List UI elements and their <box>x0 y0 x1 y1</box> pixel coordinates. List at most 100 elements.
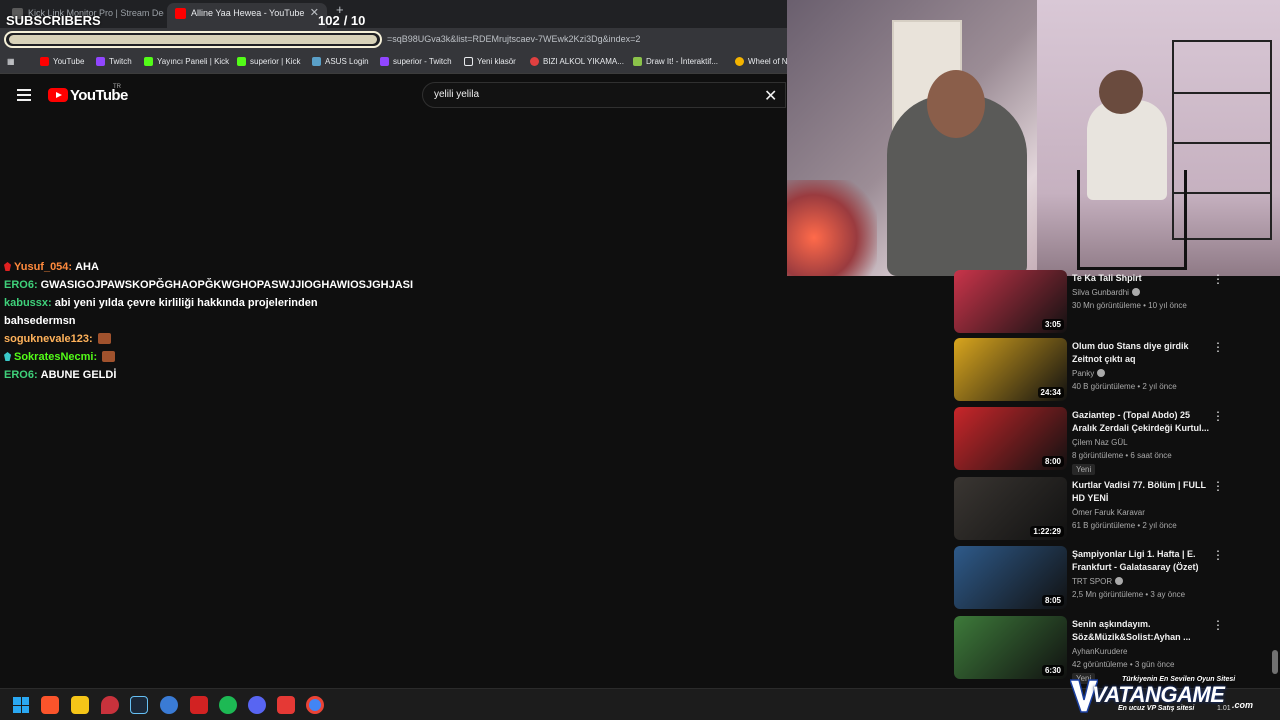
video-thumbnail[interactable]: 8:05 <box>954 546 1067 609</box>
verified-check-icon <box>1097 369 1106 377</box>
chat-username[interactable]: ERO6: <box>4 369 38 381</box>
chat-emote-icon <box>102 351 116 362</box>
youtube-icon <box>40 57 49 66</box>
app-icon[interactable] <box>160 696 178 714</box>
bookmark-youtube[interactable]: YouTube <box>40 57 84 66</box>
video-title[interactable]: Gaziantep - (Topal Abdo) 25 Aralık Zerda… <box>1072 409 1210 435</box>
media-app-icon[interactable] <box>277 696 295 714</box>
bookmark-superior-kick[interactable]: superior | Kick <box>237 57 301 66</box>
video-channel[interactable]: Çilem Naz GÜL <box>1072 438 1128 447</box>
pencil-icon <box>633 57 642 66</box>
bookmark-asus-login[interactable]: ASUS Login <box>312 57 369 66</box>
video-meta: 61 B görüntüleme • 2 yıl önce <box>1072 521 1177 530</box>
chat-username[interactable]: kabussx: <box>4 297 52 309</box>
video-thumbnail[interactable]: 8:00 <box>954 407 1067 470</box>
subscriber-count: 102 <box>318 13 340 28</box>
video-thumbnail[interactable]: 1:22:29 <box>954 477 1067 540</box>
chat-message: soguknevale123: <box>4 330 364 348</box>
video-meta: 42 görüntüleme • 3 gün önce <box>1072 660 1175 669</box>
chat-username[interactable]: ERO6: <box>4 279 38 291</box>
video-duration: 3:05 <box>1041 319 1064 330</box>
tab-youtube[interactable]: Alline Yaa Hewea - YouTube ✕ <box>167 3 327 28</box>
more-options-icon[interactable]: ⋮ <box>1212 409 1224 423</box>
sponsor-subline: En ucuz VP Satış sitesi <box>1118 705 1195 712</box>
chat-username[interactable]: SokratesNecmi: <box>14 351 97 363</box>
kick-icon <box>144 57 153 66</box>
bookmark-draw-it[interactable]: Draw It! - İnteraktif... <box>633 57 718 66</box>
address-bar[interactable] <box>4 31 382 48</box>
brave-browser-icon[interactable] <box>41 696 59 714</box>
video-title[interactable]: Senin aşkındayım. Söz&Müzik&Solist:Ayhan… <box>1072 618 1210 644</box>
video-channel[interactable]: Ömer Faruk Karavar <box>1072 508 1145 517</box>
more-options-icon[interactable]: ⋮ <box>1212 340 1224 354</box>
video-title[interactable]: Olum duo Stans diye girdik Zeitnot çıktı… <box>1072 340 1210 366</box>
video-thumbnail[interactable]: 24:34 <box>954 338 1067 401</box>
video-thumbnail[interactable]: 6:30 <box>954 616 1067 679</box>
video-channel[interactable]: TRT SPOR <box>1072 577 1124 586</box>
apps-grid-icon[interactable]: ▦ <box>7 57 15 66</box>
bookmark-kick-dashboard[interactable]: Yayıncı Paneli | Kick <box>144 57 229 66</box>
bookmark-twitch[interactable]: Twitch <box>96 57 132 66</box>
more-options-icon[interactable]: ⋮ <box>1212 272 1224 286</box>
url-text[interactable]: =sqB98UGva3k&list=RDEMrujtscaev-7WEwk2Kz… <box>387 34 640 44</box>
chat-username[interactable]: soguknevale123: <box>4 333 93 345</box>
recommendation-item[interactable]: 8:00 Gaziantep - (Topal Abdo) 25 Aralık Z… <box>954 407 1226 475</box>
map-pin-icon[interactable] <box>101 696 119 714</box>
channel-name[interactable]: AyhanKurudere <box>1072 647 1127 656</box>
chat-message: ERO6: ABUNE GELDİ <box>4 366 364 384</box>
video-channel[interactable]: AyhanKurudere <box>1072 647 1127 656</box>
asus-icon <box>312 57 321 66</box>
recommendation-item[interactable]: 8:05 Şampiyonlar Ligi 1. Hafta | E. Frank… <box>954 546 1226 610</box>
chrome-icon[interactable] <box>306 696 324 714</box>
video-meta: 40 B görüntüleme • 2 yıl önce <box>1072 382 1177 391</box>
video-channel[interactable]: Silva Gunbardhi <box>1072 288 1140 297</box>
menu-icon[interactable] <box>17 89 31 101</box>
chat-badge-icon <box>4 352 11 361</box>
bookmark-new-folder[interactable]: Yeni klasör <box>464 57 516 66</box>
steam-icon[interactable] <box>130 696 148 714</box>
video-title[interactable]: Şampiyonlar Ligi 1. Hafta | E. Frankfurt… <box>1072 548 1210 574</box>
channel-name[interactable]: TRT SPOR <box>1072 577 1112 586</box>
channel-name[interactable]: Silva Gunbardhi <box>1072 288 1129 297</box>
spotify-icon[interactable] <box>219 696 237 714</box>
video-title[interactable]: Te Ka Tali Shpirt <box>1072 272 1210 285</box>
video-thumbnail[interactable]: 3:05 <box>954 270 1067 333</box>
channel-name[interactable]: Panky <box>1072 369 1094 378</box>
sponsor-domain: .com <box>1232 700 1254 710</box>
video-duration: 8:05 <box>1041 595 1064 606</box>
windows-start-icon[interactable] <box>13 697 29 713</box>
chat-overlay: Yusuf_054: AHA ERO6: GWASIGOJPAWSKOPĞGHAOPĞ… <box>4 258 413 384</box>
bookmark-wheel[interactable]: Wheel of N <box>735 57 788 66</box>
subscriber-goal: 102/ 10 <box>318 13 365 28</box>
recommendation-item[interactable]: 6:30 Senin aşkındayım. Söz&Müzik&Solist:A… <box>954 616 1226 684</box>
tab-label: Alline Yaa Hewea - YouTube <box>191 8 305 18</box>
file-explorer-icon[interactable] <box>71 696 89 714</box>
scrollbar-thumb[interactable] <box>1272 650 1278 674</box>
more-options-icon[interactable]: ⋮ <box>1212 479 1224 493</box>
more-options-icon[interactable]: ⋮ <box>1212 548 1224 562</box>
folder-icon <box>464 57 473 66</box>
recommendation-item[interactable]: 24:34 Olum duo Stans diye girdik Zeitnot … <box>954 338 1226 402</box>
search-input[interactable]: yelili yelila <box>434 89 479 100</box>
more-options-icon[interactable]: ⋮ <box>1212 618 1224 632</box>
discord-icon[interactable] <box>248 696 266 714</box>
red-app-icon[interactable] <box>190 696 208 714</box>
youtube-logo-icon[interactable] <box>48 88 68 102</box>
recommendation-item[interactable]: 3:05 Te Ka Tali Shpirt Silva Gunbardhi 30 M… <box>954 270 1226 334</box>
video-meta: 8 görüntüleme • 6 saat önce <box>1072 451 1172 460</box>
chat-text: ABUNE GELDİ <box>40 369 117 381</box>
chat-username[interactable]: Yusuf_054: <box>14 261 72 273</box>
screen: Kick Link Monitor Pro | Stream Deck Alli… <box>0 0 1280 720</box>
video-title[interactable]: Kurtlar Vadisi 77. Bölüm | FULL HD YENİ <box>1072 479 1210 505</box>
recommendation-item[interactable]: 1:22:29 Kurtlar Vadisi 77. Bölüm | FULL H… <box>954 477 1226 541</box>
video-channel[interactable]: Panky <box>1072 369 1106 378</box>
subscriber-goal-value: / 10 <box>343 13 366 28</box>
bookmark-superior-twitch[interactable]: superior - Twitch <box>380 57 452 66</box>
bookmark-alkol[interactable]: BIZI ALKOL YIKAMA... <box>530 57 624 66</box>
clear-search-icon[interactable]: ✕ <box>764 86 777 106</box>
site-icon <box>530 57 539 66</box>
channel-name[interactable]: Ömer Faruk Karavar <box>1072 508 1145 517</box>
search-box[interactable]: yelili yelila ✕ <box>422 82 786 108</box>
country-code: TR <box>113 84 121 90</box>
channel-name[interactable]: Çilem Naz GÜL <box>1072 438 1128 447</box>
